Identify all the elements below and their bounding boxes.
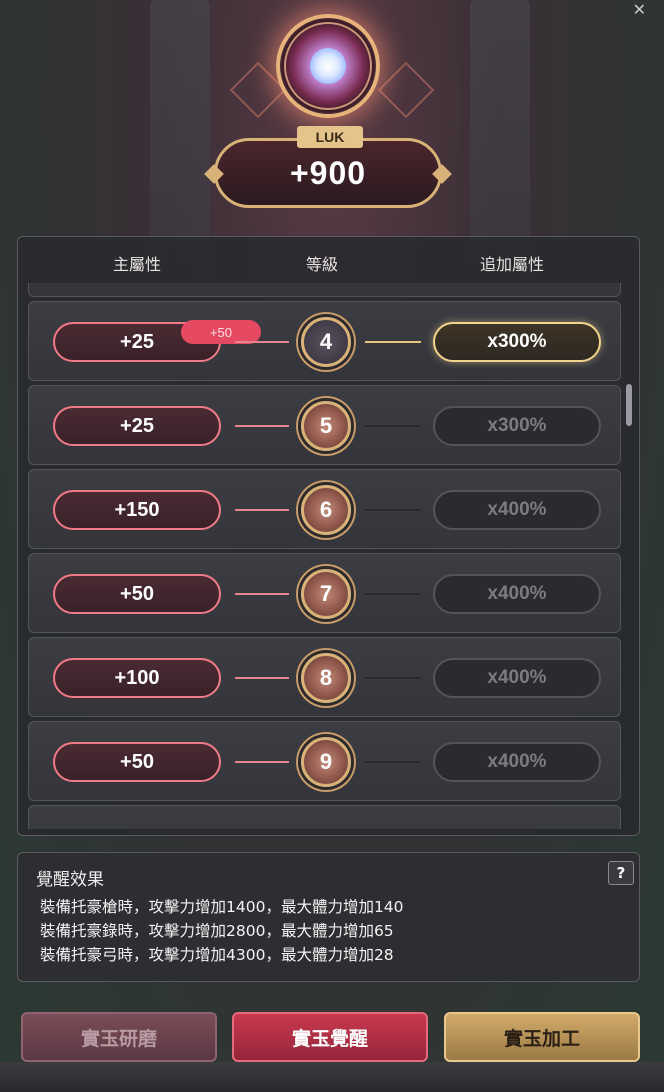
table-row: +50 9 x400% (28, 721, 621, 801)
connector (365, 677, 421, 679)
level-badge: 8 (301, 653, 351, 703)
column-main-stat: 主屬性 (113, 255, 162, 274)
level-badge: 4 (301, 317, 351, 367)
awakening-effects: 覺醒效果 ? 裝備托豪槍時，攻擊力增加1400，最大體力增加140 裝備托豪錄時… (17, 852, 640, 982)
connector (365, 341, 421, 343)
table-row: +50 7 x400% (28, 553, 621, 633)
awaken-button[interactable]: 實玉覺醒 (232, 1012, 428, 1062)
table-row: +25 5 x300% (28, 385, 621, 465)
level-badge: 9 (301, 737, 351, 787)
awakening-gem-icon (276, 14, 380, 118)
bottom-strip (0, 1062, 664, 1092)
awakening-table: 主屬性 等級 追加屬性 +25 +50 4 x300% +25 5 x300% … (17, 236, 640, 836)
table-row: +150 6 x400% (28, 469, 621, 549)
ornament-right (377, 61, 435, 119)
table-row (28, 805, 621, 829)
scrollbar[interactable] (626, 384, 632, 426)
bonus-stat-value: x400% (433, 658, 601, 698)
table-row: +25 +50 4 x300% (28, 301, 621, 381)
level-badge: 5 (301, 401, 351, 451)
connector (235, 509, 289, 511)
stat-banner: +900 (214, 138, 442, 208)
stat-value: +900 (289, 154, 367, 191)
polish-button[interactable]: 實玉研磨 (21, 1012, 217, 1062)
connector (235, 593, 289, 595)
main-stat-value: +100 (53, 658, 221, 698)
connector (365, 593, 421, 595)
main-stat-value: +50 (53, 574, 221, 614)
connector (235, 761, 289, 763)
connector (235, 677, 289, 679)
bonus-stat-value: x400% (433, 490, 601, 530)
process-button[interactable]: 實玉加工 (444, 1012, 640, 1062)
effects-title: 覺醒效果 (36, 870, 104, 890)
close-icon[interactable]: ✕ (633, 0, 646, 19)
bonus-stat-value: x300% (433, 406, 601, 446)
bonus-stat-value: x400% (433, 574, 601, 614)
level-badge: 6 (301, 485, 351, 535)
help-button[interactable]: ? (608, 861, 634, 885)
level-badge: 7 (301, 569, 351, 619)
connector (235, 341, 289, 343)
main-stat-value: +150 (53, 490, 221, 530)
table-row: +100 8 x400% (28, 637, 621, 717)
main-stat-value: +50 (53, 742, 221, 782)
bonus-stat-value: x400% (433, 742, 601, 782)
bonus-stat-value: x300% (433, 322, 601, 362)
connector (235, 425, 289, 427)
column-level: 等級 (306, 255, 339, 274)
connector (365, 509, 421, 511)
table-row (28, 283, 621, 297)
effect-line: 裝備托豪弓時，攻擊力增加4300，最大體力增加28 (40, 946, 394, 964)
effect-line: 裝備托豪槍時，攻擊力增加1400，最大體力增加140 (40, 898, 404, 916)
effect-line: 裝備托豪錄時，攻擊力增加2800，最大體力增加65 (40, 922, 394, 940)
stat-label: LUK (297, 126, 363, 148)
rows-list[interactable]: +25 +50 4 x300% +25 5 x300% +150 6 x400%… (28, 283, 621, 829)
main-stat-value: +25 (53, 406, 221, 446)
column-bonus-stat: 追加屬性 (480, 255, 545, 274)
connector (365, 425, 421, 427)
connector (365, 761, 421, 763)
